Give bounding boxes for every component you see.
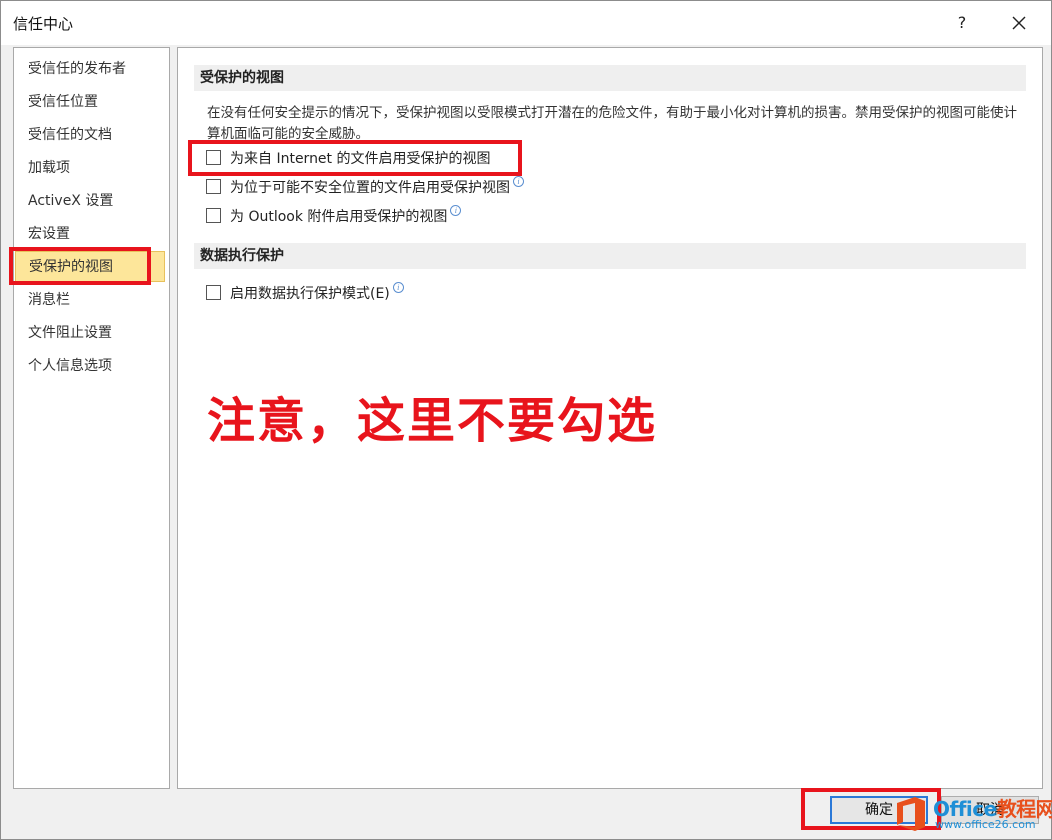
title-bar: 信任中心 ? [1,1,1051,45]
info-icon[interactable]: i [513,176,524,187]
sidebar-item-message-bar[interactable]: 消息栏 [15,285,165,316]
annotation-text: 注意，这里不要勾选 [207,393,658,449]
sidebar-item-macro-settings[interactable]: 宏设置 [15,219,165,250]
dep-mode-checkbox[interactable] [206,285,221,300]
watermark-url: www.office26.com [935,818,1036,831]
protected-view-header: 受保护的视图 [194,65,1026,91]
info-icon[interactable]: i [450,205,462,216]
unsafe-locations-label: 为位于可能不安全位置的文件启用受保护视图 [230,180,510,196]
sidebar-item-trusted-publishers[interactable]: 受信任的发布者 [15,54,165,85]
window-title: 信任中心 [13,15,74,33]
close-icon [1012,16,1026,30]
protected-view-description: 在没有任何安全提示的情况下，受保护视图以受限模式打开潜在的危险文件，有助于最小化… [207,105,1017,142]
close-button[interactable] [1001,7,1037,39]
office-logo-icon [897,797,925,831]
dep-mode-label: 启用数据执行保护模式(E) [230,286,390,302]
sidebar: 受信任的发布者 受信任位置 受信任的文档 加载项 ActiveX 设置 宏设置 … [13,47,170,789]
sidebar-item-privacy-options[interactable]: 个人信息选项 [15,351,165,382]
unsafe-locations-checkbox[interactable] [206,179,221,194]
annotation-box-sidebar [9,247,151,285]
sidebar-item-trusted-locations[interactable]: 受信任位置 [15,87,165,118]
dep-header: 数据执行保护 [194,243,1026,269]
trust-center-dialog: 信任中心 ? 受信任的发布者 受信任位置 受信任的文档 加载项 ActiveX … [0,0,1052,840]
info-icon[interactable]: i [392,282,404,293]
sidebar-item-activex-settings[interactable]: ActiveX 设置 [15,186,165,217]
watermark: Office教程网 www.office26.com [889,791,1052,837]
outlook-attachments-checkbox[interactable] [206,208,221,223]
annotation-box-internet-option [188,140,522,176]
outlook-attachments-label: 为 Outlook 附件启用受保护的视图 [230,209,448,225]
help-button[interactable]: ? [945,7,979,39]
sidebar-item-trusted-documents[interactable]: 受信任的文档 [15,120,165,151]
sidebar-item-file-block-settings[interactable]: 文件阻止设置 [15,318,165,349]
sidebar-item-add-ins[interactable]: 加载项 [15,153,165,184]
